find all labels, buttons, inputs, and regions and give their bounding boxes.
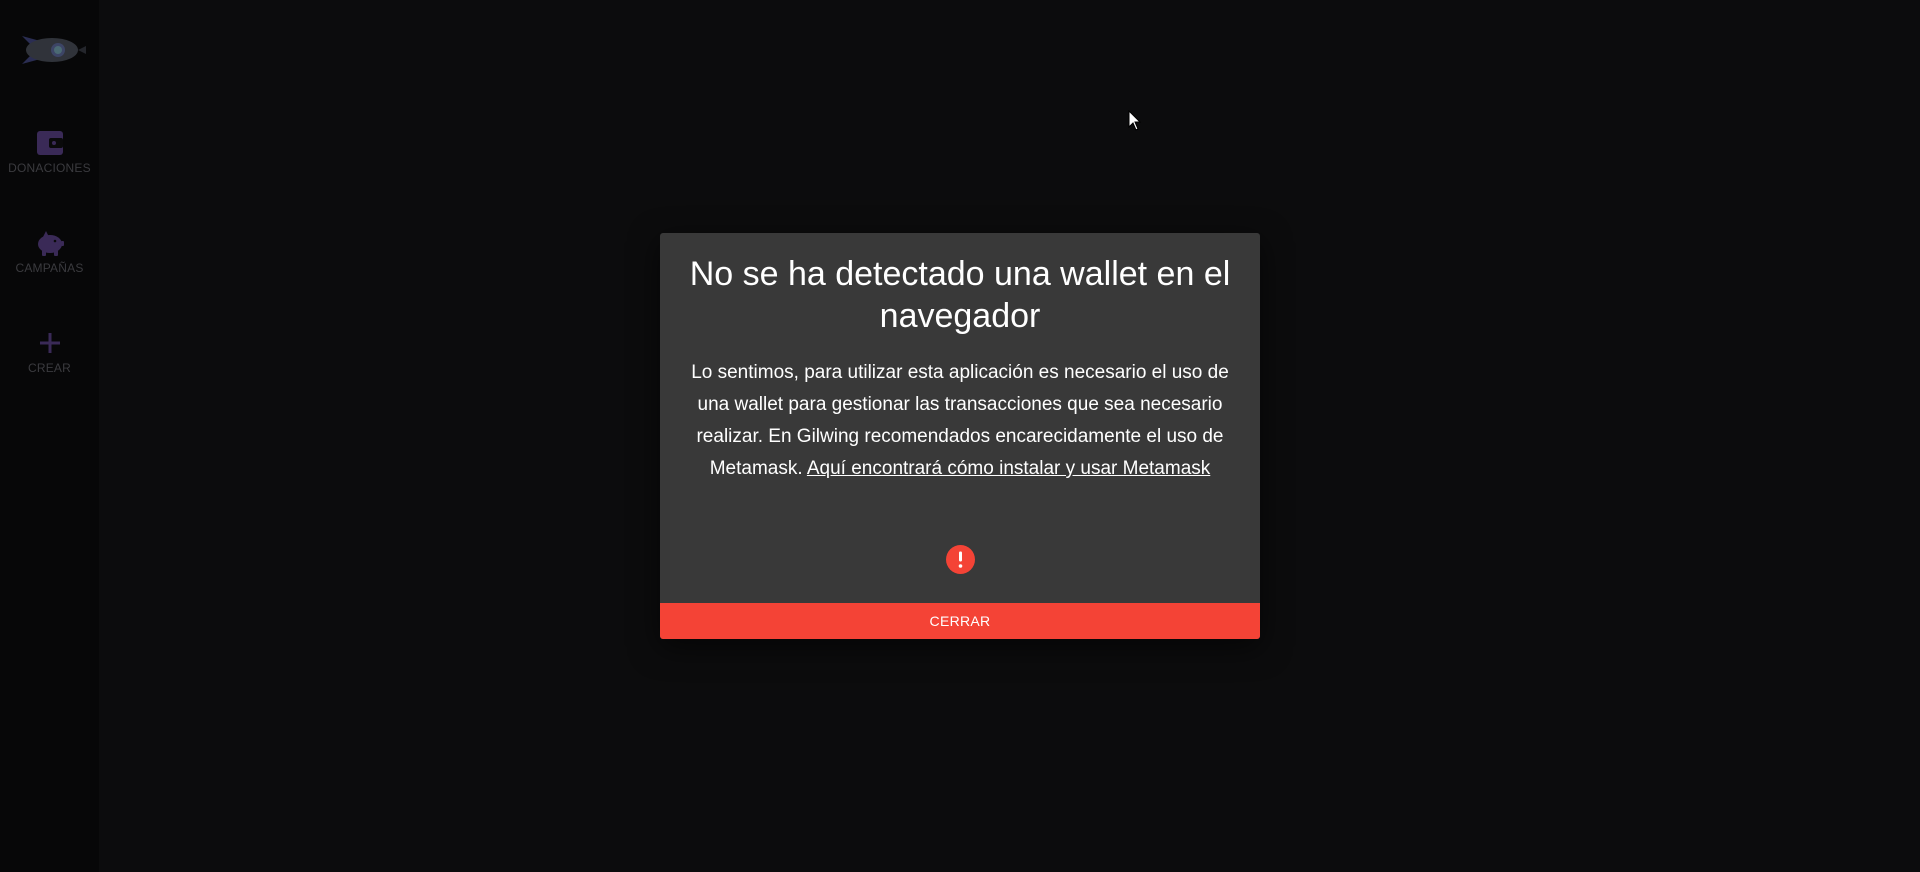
sidebar-item-campanas[interactable]: CAMPAÑAS <box>0 228 99 275</box>
sidebar-item-label: CAMPAÑAS <box>15 261 84 275</box>
wallet-icon <box>36 131 63 155</box>
plus-icon <box>39 333 60 353</box>
close-button[interactable]: CERRAR <box>660 603 1260 639</box>
dialog-message: Lo sentimos, para utilizar esta aplicaci… <box>680 357 1240 485</box>
sidebar-item-crear[interactable]: CREAR <box>0 328 99 375</box>
wallet-not-detected-dialog: No se ha detectado una wallet en el nave… <box>660 233 1260 639</box>
metamask-help-link[interactable]: Aquí encontrará cómo instalar y usar Met… <box>807 458 1210 479</box>
dialog-title: No se ha detectado una wallet en el nave… <box>689 255 1231 335</box>
exclamation-circle-icon <box>946 545 975 574</box>
mouse-cursor-icon <box>1128 110 1142 131</box>
sidebar-item-label: DONACIONES <box>8 161 91 175</box>
sidebar: DONACIONES CAMPAÑAS CREAR <box>0 0 99 872</box>
sidebar-item-donaciones[interactable]: DONACIONES <box>0 128 99 175</box>
rocket-icon[interactable] <box>14 30 86 70</box>
piggy-bank-icon <box>37 231 64 256</box>
app-window: DONACIONES CAMPAÑAS CREAR No se ha detec… <box>0 0 1920 872</box>
sidebar-item-label: CREAR <box>27 361 71 375</box>
